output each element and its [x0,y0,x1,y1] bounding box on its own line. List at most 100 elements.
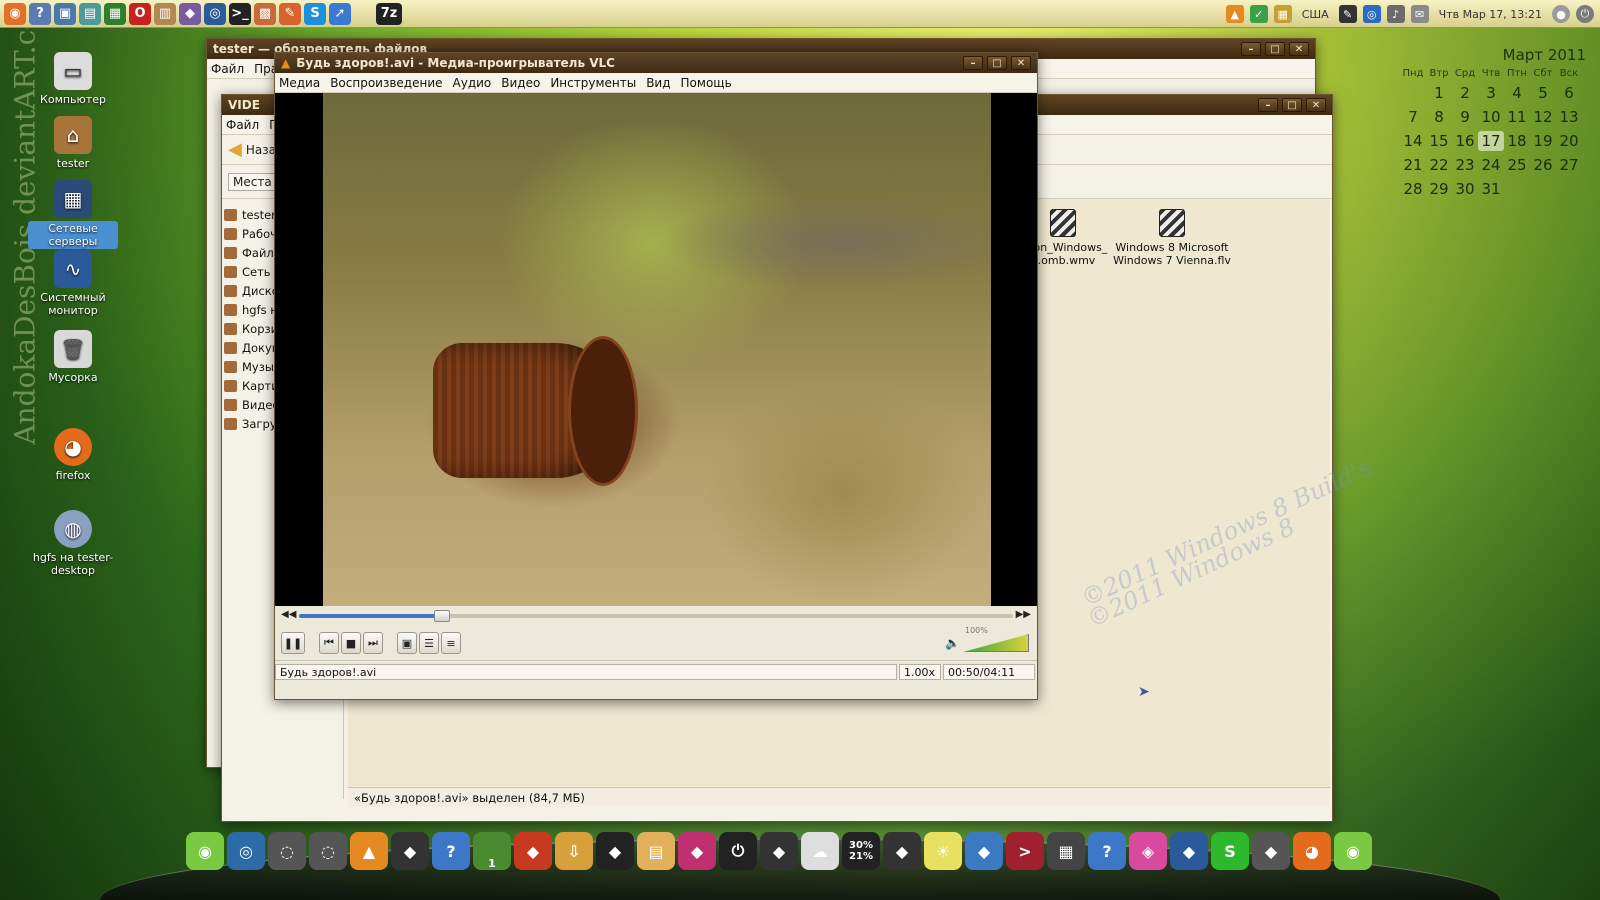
app-icon[interactable]: ▣ [54,2,76,25]
desktop-icon-computer[interactable]: ▭ Компьютер [28,52,118,106]
weather-icon[interactable]: ☁ [801,832,839,870]
app-icon[interactable]: ◆ [883,832,921,870]
vlc-menu-item[interactable]: Инструменты [550,76,636,90]
app-icon[interactable]: ◆ [514,832,552,870]
speaker-icon[interactable]: 🔈 [945,636,960,650]
back-button[interactable]: Наза [246,143,276,157]
seek-handle[interactable] [433,610,450,622]
folder-icon[interactable]: ▤ [637,832,675,870]
calendar-day[interactable]: 3 [1478,83,1504,103]
menu-file[interactable]: Файл [211,62,244,76]
app-icon[interactable]: ◆ [678,832,716,870]
vlc-tray-icon[interactable]: ▲ [1225,5,1244,23]
calendar-day[interactable]: 5 [1530,83,1556,103]
seek-track[interactable] [299,610,1013,622]
calendar-day[interactable]: 14 [1400,131,1426,151]
close-button[interactable]: ✕ [1289,42,1309,56]
workspace-icon[interactable]: 1 [473,832,511,870]
minimize-button[interactable]: – [1258,98,1278,112]
power-icon[interactable]: ⏻ [1576,5,1594,23]
chat-icon[interactable]: ● [1552,5,1570,23]
calendar-day[interactable]: 13 [1556,107,1582,127]
minimize-button[interactable]: – [1241,42,1261,56]
fingerprint-icon[interactable]: ◌ [268,832,306,870]
keyboard-layout[interactable]: США [1302,8,1329,21]
calendar-day[interactable]: 31 [1478,179,1504,199]
calendar-day[interactable]: 16 [1452,131,1478,151]
volume-icon[interactable]: ♪ [1386,5,1405,23]
app-icon[interactable]: ➚ [329,2,351,25]
close-button[interactable]: ✕ [1011,56,1031,70]
vlc-menu-item[interactable]: Воспроизведение [330,76,442,90]
app-icon[interactable]: ✎ [279,2,301,25]
cpu-icon[interactable]: 30% 21% [842,832,880,870]
calendar-day[interactable]: 23 [1452,155,1478,175]
help-icon[interactable]: ? [432,832,470,870]
opera-icon[interactable]: O [129,2,151,25]
colors-icon[interactable]: ◈ [1129,832,1167,870]
ubuntu-icon[interactable]: ◉ [4,2,26,25]
calendar-day[interactable]: 20 [1556,131,1582,151]
vlc-menu-item[interactable]: Помощь [681,76,732,90]
playback-speed[interactable]: 1.00x [899,664,941,680]
vlc-icon[interactable]: ▲ [350,832,388,870]
calendar-day[interactable]: 10 [1478,107,1504,127]
calendar-day[interactable]: 1 [1426,83,1452,103]
pause-button[interactable]: ❚❚ [281,632,305,654]
network-icon[interactable]: ◎ [1362,5,1381,23]
brightness-icon[interactable]: ☀ [924,832,962,870]
help-icon[interactable]: ? [29,2,51,25]
calculator-icon[interactable]: ▦ [1047,832,1085,870]
update-icon[interactable]: ✓ [1249,5,1268,23]
next-button[interactable]: ⏭ [363,632,383,654]
vlc-window[interactable]: ▲ Будь здоров!.avi - Медиа-проигрыватель… [274,52,1038,700]
calendar-day[interactable]: 19 [1530,131,1556,151]
calendar-day[interactable]: 4 [1504,83,1530,103]
pen-icon[interactable]: ✎ [1338,5,1357,23]
calendar-day[interactable]: 2 [1452,83,1478,103]
vlc-menu-item[interactable]: Вид [646,76,670,90]
app-icon[interactable]: ◆ [1170,832,1208,870]
desktop-icon-firefox[interactable]: ◕ firefox [28,428,118,482]
back-arrow-icon[interactable]: ◀ [228,139,242,160]
calendar-day[interactable]: 7 [1400,107,1426,127]
previous-button[interactable]: ⏮ [319,632,339,654]
calendar-day[interactable]: 21 [1400,155,1426,175]
playback-time[interactable]: 00:50/04:11 [943,664,1035,680]
downloads-icon[interactable]: ⇩ [555,832,593,870]
playlist-button[interactable]: ☰ [419,632,439,654]
app-icon[interactable]: ▩ [254,2,276,25]
volume-slider[interactable] [963,634,1029,652]
calendar-day[interactable]: 11 [1504,107,1530,127]
maximize-button[interactable]: □ [987,56,1007,70]
power-icon[interactable]: ⏻ [719,832,757,870]
fingerprint-icon[interactable]: ◌ [309,832,347,870]
app-icon[interactable]: ▤ [79,2,101,25]
minimize-button[interactable]: – [963,56,983,70]
vlc-menu-item[interactable]: Аудио [453,76,492,90]
desktop-icon-hgfs[interactable]: ◍ hgfs на tester-desktop [28,510,118,577]
app-icon[interactable]: ◆ [1252,832,1290,870]
video-frame[interactable] [323,93,991,606]
calendar-day[interactable]: 17 [1478,131,1504,151]
app-icon[interactable]: ◆ [179,2,201,25]
desktop-icon-tester[interactable]: ⌂ tester [28,116,118,170]
app-icon[interactable]: ◆ [760,832,798,870]
desktop-icon-system-monitor[interactable]: ∿ Системный монитор [28,250,118,317]
terminal-icon[interactable]: >_ [229,2,251,25]
calendar-day[interactable]: 9 [1452,107,1478,127]
calendar-day[interactable]: 24 [1478,155,1504,175]
seek-bar[interactable]: ◀◀ ▶▶ [275,606,1037,626]
menu-file[interactable]: Файл [226,118,259,132]
calendar-day[interactable]: 18 [1504,131,1530,151]
maximize-button[interactable]: □ [1265,42,1285,56]
ubuntu-icon[interactable]: ◉ [186,832,224,870]
mail-icon[interactable]: ✉ [1410,5,1429,23]
calendar-day[interactable]: 25 [1504,155,1530,175]
calendar-day[interactable]: 6 [1556,83,1582,103]
7zip-icon[interactable]: 7z [376,2,402,25]
fullscreen-button[interactable]: ▣ [397,632,417,654]
desktop-icon-network-servers[interactable]: ▦ Сетевые серверы [28,180,118,249]
help-icon[interactable]: ? [1088,832,1126,870]
calendar-day[interactable]: 12 [1530,107,1556,127]
